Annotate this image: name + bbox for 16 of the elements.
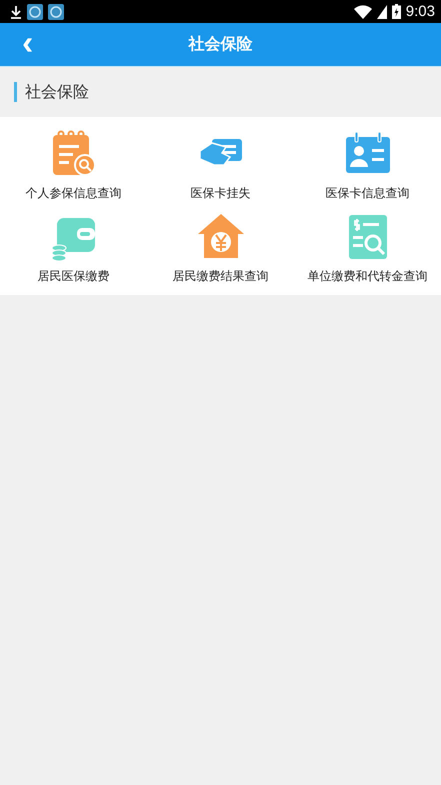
menu-item[interactable]: 医保卡挂失 — [147, 129, 294, 202]
menu-item[interactable]: 居民医保缴费 — [0, 212, 147, 285]
download-icon — [10, 4, 22, 18]
menu-item[interactable]: 单位缴费和代转金查询 — [294, 212, 441, 285]
signal-icon — [376, 4, 387, 18]
page-title: 社会保险 — [188, 34, 252, 55]
battery-icon — [392, 4, 401, 19]
app-icon — [27, 4, 43, 20]
clock-time: 9:03 — [406, 3, 435, 20]
section-title: 社会保险 — [25, 82, 89, 102]
accent-bar — [14, 82, 17, 102]
menu-item[interactable]: 个人参保信息查询 — [0, 129, 147, 202]
wifi-icon — [354, 4, 372, 18]
menu-item[interactable]: 医保卡信息查询 — [294, 129, 441, 202]
menu-item[interactable]: 居民缴费结果查询 — [147, 212, 294, 285]
app-icon — [48, 4, 64, 20]
